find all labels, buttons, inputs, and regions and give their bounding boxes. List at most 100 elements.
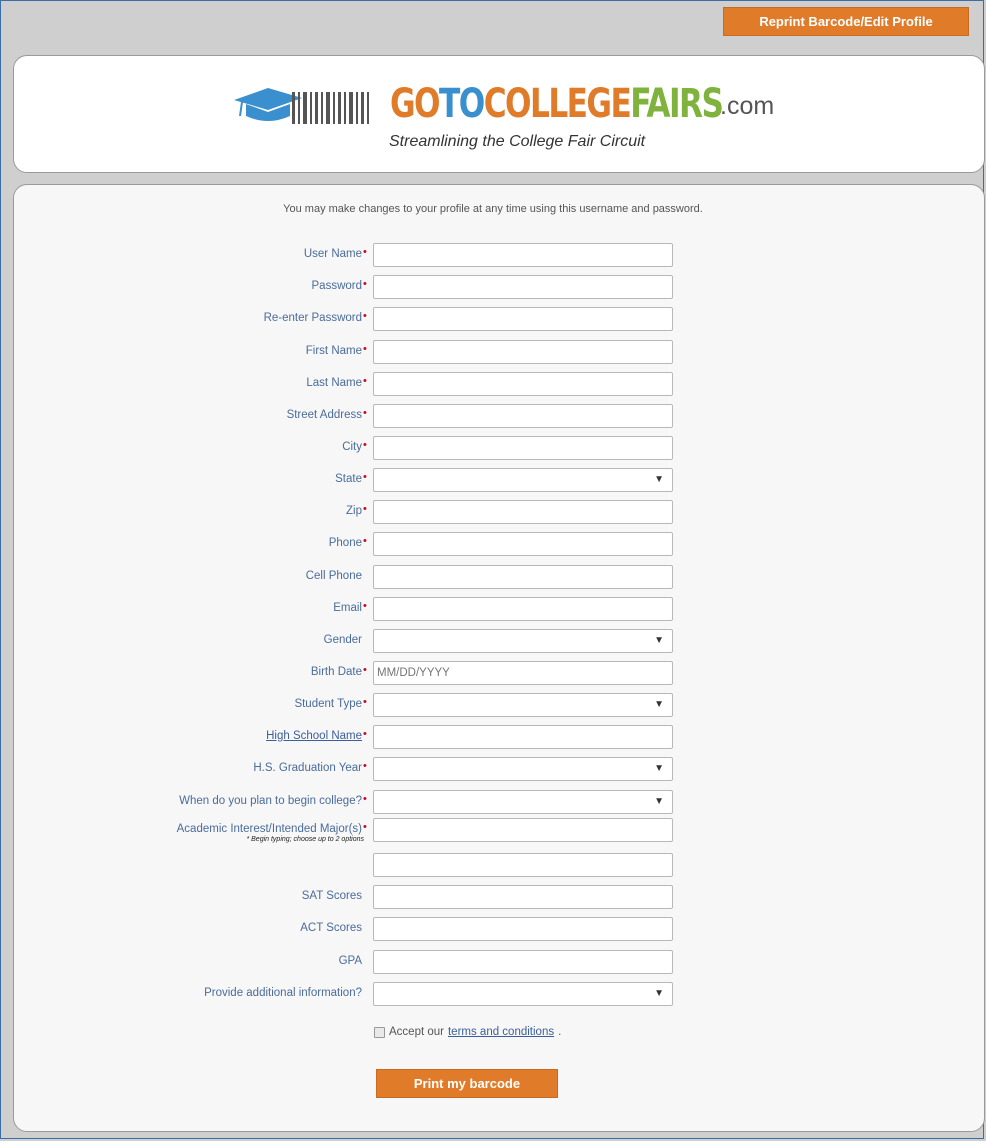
academic-interest-input-2[interactable] [373,853,673,877]
zip-input[interactable] [373,500,673,524]
logo-wordmark: GOTOCOLLEGEFAIRS [390,81,724,127]
last-name-label: Last Name [306,377,362,389]
street-address-input[interactable] [373,404,673,428]
required-mark: • [363,535,367,547]
form-row-email: Email • [0,597,986,623]
required-mark: • [363,471,367,483]
user-name-label: User Name [303,248,362,260]
gpa-input[interactable] [373,950,673,974]
required-mark: • [363,407,367,419]
graduation-cap-barcode-icon [234,88,369,124]
form-row-first-name: First Name • [0,340,986,366]
phone-label: Phone [328,537,362,549]
form-row-additional-info: Provide additional information? [0,982,986,1008]
required-mark: • [363,343,367,355]
form-row-begin-college: When do you plan to begin college? • [0,790,986,816]
user-name-input[interactable] [373,243,673,267]
form-row-user-name: User Name • [0,243,986,269]
phone-input[interactable] [373,532,673,556]
gender-select[interactable] [373,629,673,653]
terms-suffix: . [558,1026,562,1038]
act-scores-input[interactable] [373,917,673,941]
reenter-password-input[interactable] [373,307,673,331]
form-row-last-name: Last Name • [0,372,986,398]
city-label: City [342,441,362,453]
reenter-password-label: Re-enter Password [263,312,362,324]
state-label: State [335,473,362,485]
birth-date-label: Birth Date [310,666,362,678]
terms-and-conditions-link[interactable]: terms and conditions [448,1026,554,1038]
cell-phone-input[interactable] [373,565,673,589]
street-address-label: Street Address [286,409,362,421]
form-row-high-school-name: High School Name • [0,725,986,751]
form-row-zip: Zip • [0,500,986,526]
additional-info-label: Provide additional information? [204,987,362,999]
terms-row: Accept our terms and conditions. [374,1026,561,1038]
zip-label: Zip [346,505,362,517]
act-scores-label: ACT Scores [300,922,362,934]
required-mark: • [363,439,367,451]
logo-part-fairs: FAIRS [630,81,724,127]
required-mark: • [363,600,367,612]
form-row-street-address: Street Address • [0,404,986,430]
form-row-phone: Phone • [0,532,986,558]
form-row-reenter-password: Re-enter Password • [0,307,986,333]
high-school-name-input[interactable] [373,725,673,749]
state-select[interactable] [373,468,673,492]
begin-college-label: When do you plan to begin college? [179,795,362,807]
required-mark: • [363,793,367,805]
sat-scores-input[interactable] [373,885,673,909]
required-mark: • [363,760,367,772]
form-row-academic-interest-2 [0,853,986,879]
email-input[interactable] [373,597,673,621]
academic-interest-hint: * Begin typing; choose up to 2 options [246,836,364,843]
logo-part-go: GO [390,81,441,127]
last-name-input[interactable] [373,372,673,396]
academic-interest-input-1[interactable] [373,818,673,842]
sat-scores-label: SAT Scores [301,890,362,902]
reprint-barcode-edit-profile-button[interactable]: Reprint Barcode/Edit Profile [723,7,969,36]
required-mark: • [363,728,367,740]
password-label: Password [311,280,363,292]
required-mark: • [363,821,367,833]
additional-info-select[interactable] [373,982,673,1006]
student-type-label: Student Type [294,698,362,710]
first-name-input[interactable] [373,340,673,364]
form-row-gender: Gender [0,629,986,655]
cell-phone-label: Cell Phone [305,570,362,582]
required-mark: • [363,278,367,290]
tagline: Streamlining the College Fair Circuit [389,133,646,150]
birth-date-input[interactable] [373,661,673,685]
terms-prefix: Accept our [389,1026,444,1038]
print-my-barcode-button[interactable]: Print my barcode [376,1069,558,1098]
form-intro-text: You may make changes to your profile at … [283,203,703,215]
password-input[interactable] [373,275,673,299]
required-mark: • [363,664,367,676]
email-label: Email [333,602,362,614]
form-row-hs-graduation-year: H.S. Graduation Year • [0,757,986,783]
form-row-state: State • [0,468,986,494]
gender-label: Gender [323,634,362,646]
logo-suffix: .com [720,92,775,120]
begin-college-select[interactable] [373,790,673,814]
student-type-select[interactable] [373,693,673,717]
required-mark: • [363,246,367,258]
required-mark: • [363,310,367,322]
form-row-birth-date: Birth Date • [0,661,986,687]
form-row-gpa: GPA [0,950,986,976]
required-mark: • [363,503,367,515]
form-row-cell-phone: Cell Phone [0,565,986,591]
city-input[interactable] [373,436,673,460]
required-mark: • [363,696,367,708]
accept-terms-checkbox[interactable] [374,1026,385,1038]
logo-part-to: TO [439,81,485,127]
form-row-sat-scores: SAT Scores [0,885,986,911]
hs-graduation-year-select[interactable] [373,757,673,781]
form-row-city: City • [0,436,986,462]
site-logo[interactable]: GOTOCOLLEGEFAIRS .com Streamlining the C… [232,82,812,157]
form-row-student-type: Student Type • [0,693,986,719]
high-school-name-link[interactable]: High School Name [266,725,362,749]
required-mark: • [363,375,367,387]
form-row-act-scores: ACT Scores [0,917,986,943]
form-row-password: Password • [0,275,986,301]
